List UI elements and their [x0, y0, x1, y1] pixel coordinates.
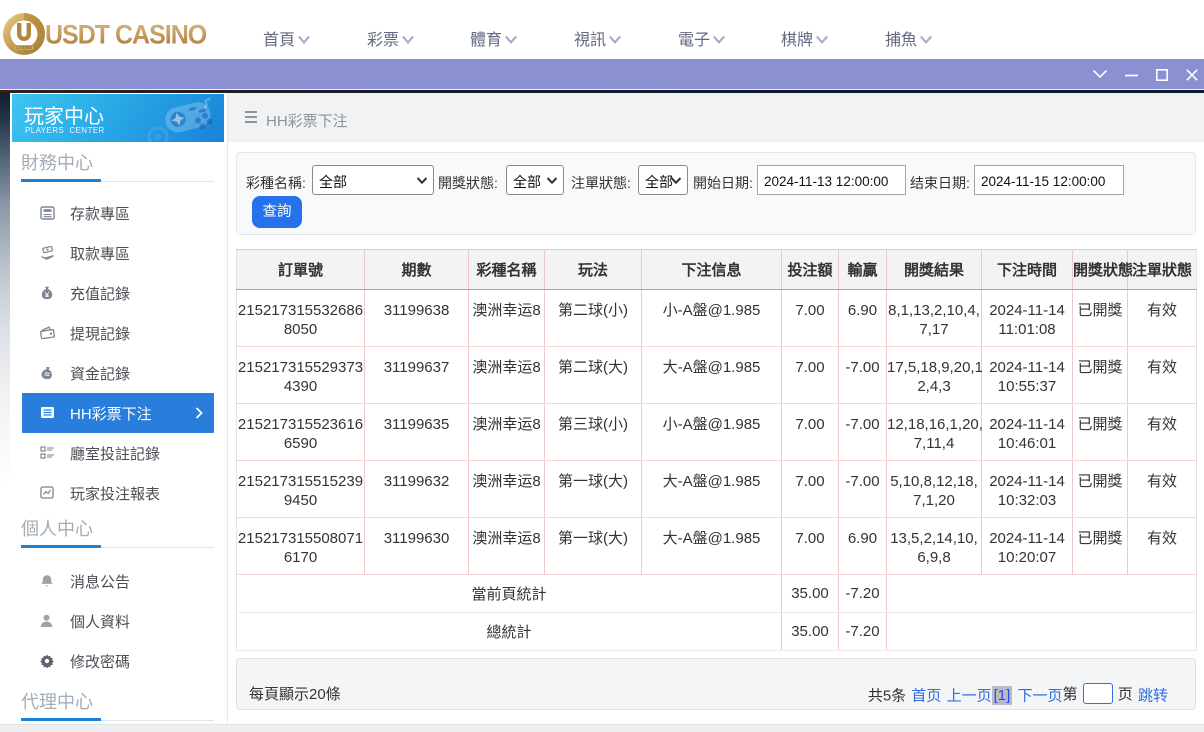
svg-text:CASINO: CASINO: [16, 45, 33, 50]
